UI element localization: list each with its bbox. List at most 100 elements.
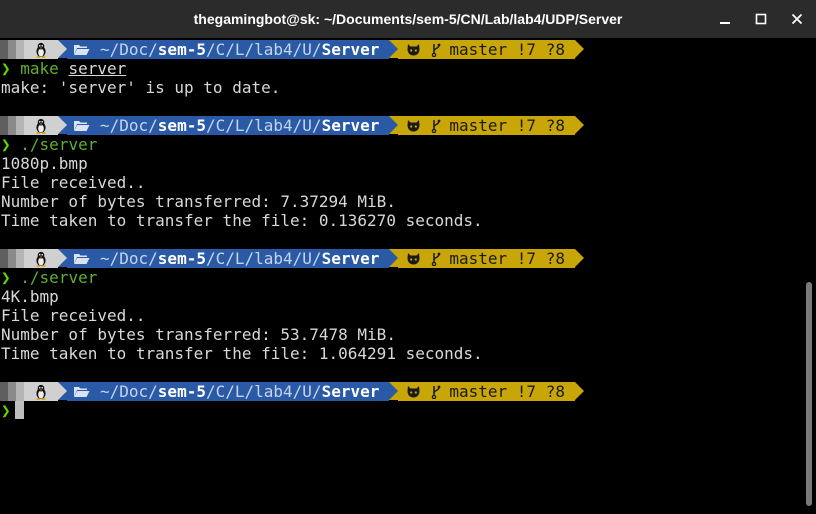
prompt-os-segment bbox=[24, 249, 58, 268]
active-command-line[interactable]: ❯ bbox=[1, 401, 24, 420]
prompt-path-segment: ~/Doc/sem-5/C/L/lab4/U/Server bbox=[67, 40, 390, 59]
prompt-gradient bbox=[0, 116, 8, 135]
path-dim-middle: /C/L/lab4/U/ bbox=[205, 116, 322, 135]
powerline-separator bbox=[389, 40, 399, 58]
powerline-separator bbox=[574, 382, 584, 400]
git-branch-icon bbox=[432, 385, 441, 399]
git-branch-name: master bbox=[449, 249, 508, 268]
prompt-gradient bbox=[8, 40, 16, 59]
command-line: ❯ make server bbox=[1, 59, 126, 78]
powerline-separator bbox=[574, 40, 584, 58]
git-status: !7 ?8 bbox=[516, 116, 565, 135]
command-text: ./server bbox=[20, 135, 98, 154]
powerline-separator bbox=[389, 249, 399, 267]
github-octocat-icon bbox=[407, 119, 420, 131]
powerline-separator bbox=[389, 382, 399, 400]
output-line: Time taken to transfer the file: 0.13627… bbox=[1, 211, 483, 230]
git-status: !7 ?8 bbox=[516, 382, 565, 401]
path-dim-middle: /C/L/lab4/U/ bbox=[205, 249, 322, 268]
powerline-separator bbox=[574, 116, 584, 134]
prompt-gradient bbox=[16, 40, 24, 59]
output-line: Number of bytes transferred: 7.37294 MiB… bbox=[1, 192, 396, 211]
powerline-separator bbox=[574, 249, 584, 267]
git-status: !7 ?8 bbox=[516, 249, 565, 268]
prompt-gradient bbox=[16, 116, 24, 135]
path-current-dir: Server bbox=[321, 249, 380, 268]
path-bold-segment: sem-5 bbox=[157, 382, 206, 401]
path-bold-segment: sem-5 bbox=[157, 249, 206, 268]
prompt-char: ❯ bbox=[1, 59, 11, 78]
text-cursor bbox=[14, 401, 24, 419]
git-branch-name: master bbox=[449, 40, 508, 59]
github-octocat-icon bbox=[407, 43, 420, 55]
prompt-gradient bbox=[0, 249, 8, 268]
terminal-output[interactable]: ~/Doc/sem-5/C/L/lab4/U/Server master !7 … bbox=[0, 38, 800, 514]
git-branch-icon bbox=[432, 43, 441, 57]
output-line: File received.. bbox=[1, 306, 146, 325]
command-line: ❯ ./server bbox=[1, 268, 97, 287]
prompt-gradient bbox=[8, 249, 16, 268]
prompt-git-segment: master !7 ?8 bbox=[398, 249, 575, 268]
scrollbar[interactable] bbox=[800, 38, 816, 514]
prompt-os-segment bbox=[24, 116, 58, 135]
git-branch-icon bbox=[432, 119, 441, 133]
close-button[interactable] bbox=[786, 8, 808, 30]
maximize-button[interactable] bbox=[750, 8, 772, 30]
path-current-dir: Server bbox=[321, 40, 380, 59]
prompt-gradient bbox=[16, 382, 24, 401]
powerline-separator bbox=[58, 40, 67, 58]
path-dim-prefix: ~/Doc/ bbox=[100, 40, 158, 59]
title-bar[interactable]: thegamingbot@sk: ~/Documents/sem-5/CN/La… bbox=[0, 0, 816, 38]
linux-tux-icon bbox=[36, 384, 46, 400]
path-bold-segment: sem-5 bbox=[157, 116, 206, 135]
git-branch-icon bbox=[432, 252, 441, 266]
prompt-git-segment: master !7 ?8 bbox=[398, 40, 575, 59]
path-dim-middle: /C/L/lab4/U/ bbox=[205, 40, 322, 59]
prompt-path-segment: ~/Doc/sem-5/C/L/lab4/U/Server bbox=[67, 382, 390, 401]
command-text: make bbox=[20, 59, 59, 78]
folder-open-icon bbox=[74, 121, 90, 131]
command-line: ❯ ./server bbox=[1, 135, 97, 154]
command-argument: server bbox=[68, 59, 127, 78]
powerline-separator bbox=[58, 116, 67, 134]
prompt-gradient bbox=[8, 382, 16, 401]
output-line: make: 'server' is up to date. bbox=[1, 78, 281, 97]
folder-open-icon bbox=[74, 254, 90, 264]
output-line: Number of bytes transferred: 53.7478 MiB… bbox=[1, 325, 396, 344]
linux-tux-icon bbox=[36, 118, 46, 134]
git-status: !7 ?8 bbox=[516, 40, 565, 59]
linux-tux-icon bbox=[36, 251, 46, 267]
output-line: 4K.bmp bbox=[1, 287, 59, 306]
path-dim-prefix: ~/Doc/ bbox=[100, 382, 158, 401]
minimize-icon bbox=[720, 22, 730, 24]
folder-open-icon bbox=[74, 45, 90, 55]
github-octocat-icon bbox=[407, 385, 420, 397]
prompt-git-segment: master !7 ?8 bbox=[398, 116, 575, 135]
scrollbar-thumb[interactable] bbox=[806, 282, 812, 506]
window-controls bbox=[700, 0, 808, 38]
path-bold-segment: sem-5 bbox=[157, 40, 206, 59]
prompt-bar: ~/Doc/sem-5/C/L/lab4/U/Server master !7 … bbox=[0, 116, 584, 135]
prompt-path-segment: ~/Doc/sem-5/C/L/lab4/U/Server bbox=[67, 249, 390, 268]
output-line: Time taken to transfer the file: 1.06429… bbox=[1, 344, 483, 363]
prompt-bar: ~/Doc/sem-5/C/L/lab4/U/Server master !7 … bbox=[0, 382, 584, 401]
prompt-os-segment bbox=[24, 382, 58, 401]
powerline-separator bbox=[58, 382, 67, 400]
prompt-os-segment bbox=[24, 40, 58, 59]
output-line: 1080p.bmp bbox=[1, 154, 88, 173]
prompt-char: ❯ bbox=[1, 401, 11, 420]
path-dim-prefix: ~/Doc/ bbox=[100, 116, 158, 135]
prompt-char: ❯ bbox=[1, 268, 11, 287]
minimize-button[interactable] bbox=[714, 8, 736, 30]
path-dim-middle: /C/L/lab4/U/ bbox=[205, 382, 322, 401]
git-branch-name: master bbox=[449, 382, 508, 401]
git-branch-name: master bbox=[449, 116, 508, 135]
path-dim-prefix: ~/Doc/ bbox=[100, 249, 158, 268]
github-octocat-icon bbox=[407, 252, 420, 264]
path-current-dir: Server bbox=[321, 116, 380, 135]
powerline-separator bbox=[58, 249, 67, 267]
prompt-bar: ~/Doc/sem-5/C/L/lab4/U/Server master !7 … bbox=[0, 40, 584, 59]
prompt-bar: ~/Doc/sem-5/C/L/lab4/U/Server master !7 … bbox=[0, 249, 584, 268]
folder-open-icon bbox=[74, 387, 90, 397]
linux-tux-icon bbox=[36, 42, 46, 58]
